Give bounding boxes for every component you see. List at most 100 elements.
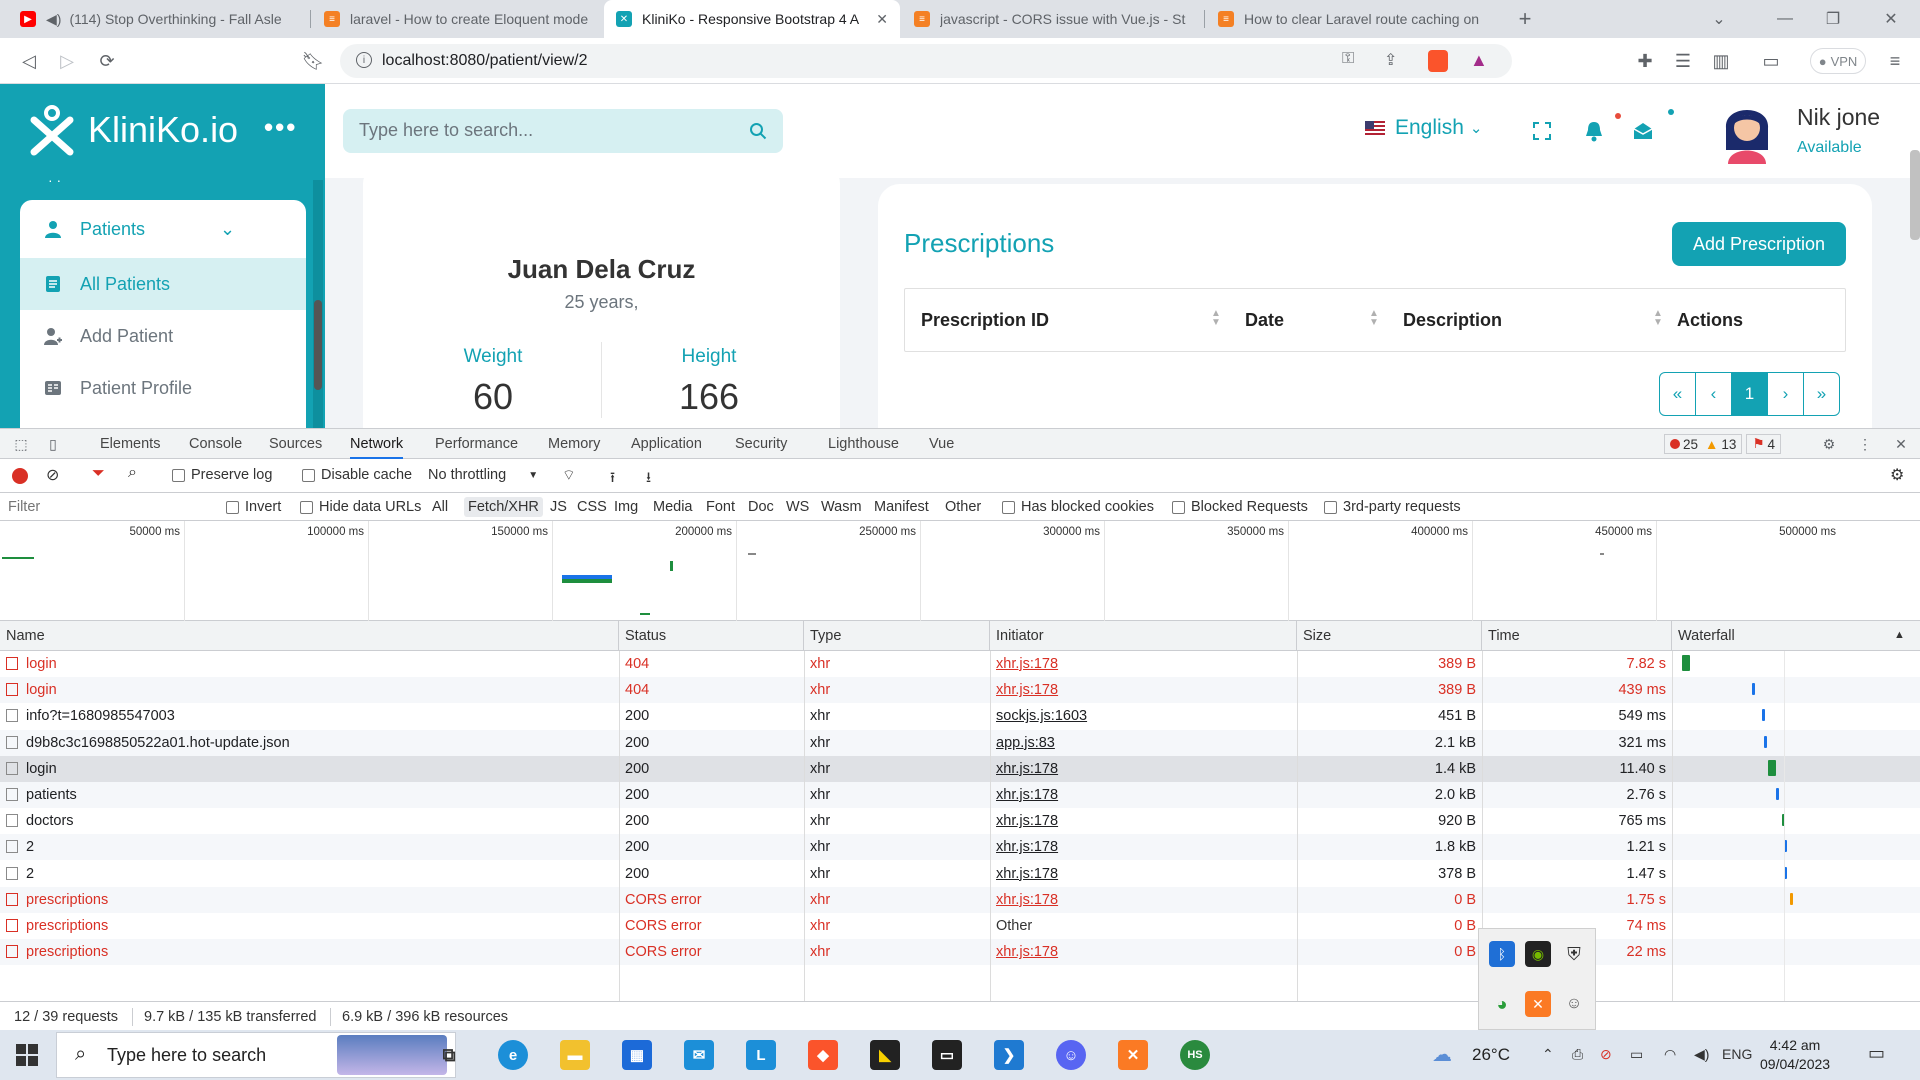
preserve-log-checkbox[interactable]: Preserve log bbox=[172, 467, 272, 483]
terminal-icon[interactable]: ▭ bbox=[932, 1040, 962, 1070]
error-count-badge[interactable]: 25 ▲ 13 bbox=[1664, 434, 1743, 454]
devtools-tab-network[interactable]: Network bbox=[350, 429, 404, 459]
devtools-settings-gear-icon[interactable]: ⚙ bbox=[1820, 435, 1838, 453]
inspect-element-icon[interactable]: ⬚ bbox=[12, 435, 30, 453]
vpn-button[interactable]: ● VPN bbox=[1810, 48, 1866, 74]
browser-tab-laravel-eloquent[interactable]: ≡ laravel - How to create Eloquent mode bbox=[312, 0, 604, 38]
devtools-tab-console[interactable]: Console bbox=[189, 429, 242, 459]
request-initiator[interactable]: xhr.js:178 bbox=[990, 861, 1297, 887]
filter-type-ws[interactable]: WS bbox=[786, 499, 809, 515]
request-initiator[interactable]: xhr.js:178 bbox=[990, 756, 1297, 782]
url-text[interactable]: localhost:8080/patient/view/2 bbox=[382, 52, 587, 70]
invert-checkbox[interactable]: Invert bbox=[226, 499, 281, 515]
has-blocked-cookies-checkbox[interactable]: Has blocked cookies bbox=[1002, 499, 1154, 515]
page-1-button[interactable]: 1 bbox=[1731, 372, 1768, 416]
edge-icon[interactable]: e bbox=[498, 1040, 528, 1070]
tray-expand-icon[interactable]: ⌃ bbox=[1542, 1046, 1554, 1063]
microsoft-store-icon[interactable]: ▦ bbox=[622, 1040, 652, 1070]
browser-tab-laravel-route[interactable]: ≡ How to clear Laravel route caching on bbox=[1206, 0, 1502, 38]
third-party-requests-checkbox[interactable]: 3rd-party requests bbox=[1324, 499, 1461, 515]
devtools-tab-vue[interactable]: Vue bbox=[929, 429, 954, 459]
vscode-icon[interactable]: ❯ bbox=[994, 1040, 1024, 1070]
browser-tab-youtube[interactable]: ▶ ◀) (114) Stop Overthinking - Fall Asle bbox=[8, 0, 308, 38]
laragon-icon[interactable]: L bbox=[746, 1040, 776, 1070]
bluetooth-icon[interactable]: ᛒ bbox=[1489, 941, 1515, 967]
new-tab-button[interactable]: + bbox=[1502, 0, 1548, 38]
address-bar[interactable]: i localhost:8080/patient/view/2 ⚿ ⇪ ▲ bbox=[340, 44, 1512, 78]
filter-type-other[interactable]: Other bbox=[945, 499, 981, 515]
browser-tab-cors-vue[interactable]: ≡ javascript - CORS issue with Vue.js - … bbox=[902, 0, 1202, 38]
table-row[interactable]: d9b8c3c1698850522a01.hot-update.json 200 x… bbox=[0, 729, 1920, 756]
network-conditions-icon[interactable]: ⌔ bbox=[562, 467, 576, 485]
filter-input[interactable]: Filter bbox=[8, 499, 40, 515]
weather-temp[interactable]: 26°C bbox=[1472, 1045, 1510, 1065]
page-scrollbar-thumb[interactable] bbox=[1910, 150, 1920, 240]
windows-start-icon[interactable] bbox=[16, 1044, 38, 1066]
sticky-app-icon[interactable]: ◣ bbox=[870, 1040, 900, 1070]
issues-badge[interactable]: ⚑ 4 bbox=[1746, 434, 1782, 454]
devtools-tab-sources[interactable]: Sources bbox=[269, 429, 322, 459]
devtools-tab-application[interactable]: Application bbox=[631, 429, 702, 459]
sort-icon[interactable]: ▲ ▼ bbox=[1653, 309, 1663, 328]
devtools-close-icon[interactable]: ✕ bbox=[1892, 435, 1910, 453]
tab-search-chevron-icon[interactable]: ⌄ bbox=[1696, 0, 1742, 38]
table-row[interactable]: prescriptions CORS error xhr xhr.js:178 0 B2… bbox=[0, 939, 1920, 966]
volume-icon[interactable]: ◀) bbox=[1694, 1046, 1709, 1063]
hotspot-icon[interactable]: HS bbox=[1180, 1040, 1210, 1070]
menu-icon[interactable]: ≡ bbox=[1880, 46, 1910, 76]
discord-tray-icon[interactable]: ☺ bbox=[1561, 991, 1587, 1017]
filter-type-wasm[interactable]: Wasm bbox=[821, 499, 862, 515]
key-icon[interactable]: ⚿ bbox=[1342, 50, 1354, 68]
request-initiator[interactable]: sockjs.js:1603 bbox=[990, 703, 1297, 729]
network-app-icon[interactable]: ◕ bbox=[1489, 991, 1515, 1017]
page-prev-button[interactable]: ‹ bbox=[1695, 372, 1732, 416]
throttling-select[interactable]: No throttling ▼ bbox=[428, 467, 538, 483]
search-icon[interactable] bbox=[749, 122, 767, 143]
add-prescription-button[interactable]: Add Prescription bbox=[1672, 222, 1846, 266]
mail-icon[interactable] bbox=[1630, 118, 1656, 144]
site-info-icon[interactable]: i bbox=[356, 52, 372, 68]
clear-icon[interactable]: ⊘ bbox=[46, 465, 59, 485]
col-type[interactable]: Type bbox=[804, 621, 990, 651]
task-view-icon[interactable]: ⧉ bbox=[434, 1040, 464, 1070]
request-initiator[interactable]: Other bbox=[990, 913, 1297, 939]
col-time[interactable]: Time bbox=[1482, 621, 1672, 651]
bookmark-icon[interactable]: 🔖︎ bbox=[298, 46, 328, 76]
filter-type-img[interactable]: Img bbox=[614, 499, 638, 515]
sidebar-item-add-patient[interactable]: Add Patient bbox=[20, 310, 306, 362]
battery-icon[interactable]: ▭ bbox=[1630, 1046, 1643, 1063]
table-row[interactable]: login 404 xhr xhr.js:178 389 B 7.82 s bbox=[0, 651, 1920, 677]
filter-type-media[interactable]: Media bbox=[653, 499, 693, 515]
reload-button[interactable]: ⟳ bbox=[92, 46, 122, 76]
col-date[interactable]: Date bbox=[1245, 289, 1284, 351]
sidebar-item-patient-profile[interactable]: Patient Profile bbox=[20, 362, 306, 414]
issue-badges[interactable]: 25 ▲ 13 ⚑ 4 bbox=[1664, 434, 1782, 454]
devtools-tab-security[interactable]: Security bbox=[735, 429, 787, 459]
request-initiator[interactable]: xhr.js:178 bbox=[990, 834, 1297, 860]
brave-shields-icon[interactable] bbox=[1428, 50, 1448, 72]
xampp-icon[interactable]: ✕ bbox=[1118, 1040, 1148, 1070]
fullscreen-icon[interactable] bbox=[1529, 118, 1555, 144]
taskbar-clock[interactable]: 4:42 am 09/04/2023 bbox=[1760, 1036, 1830, 1074]
browser-tab-kliniko[interactable]: ✕ KliniKo - Responsive Bootstrap 4 A ✕ bbox=[604, 0, 900, 38]
filter-type-manifest[interactable]: Manifest bbox=[874, 499, 929, 515]
sidebar-toggle-dots-icon[interactable]: ••• bbox=[264, 112, 297, 143]
sort-ascending-icon[interactable]: ▲ bbox=[1894, 629, 1905, 641]
table-row[interactable]: login 404 xhr xhr.js:178 389 B 439 ms bbox=[0, 677, 1920, 704]
col-description[interactable]: Description bbox=[1403, 289, 1502, 351]
sidebar-item-all-patients[interactable]: All Patients bbox=[20, 258, 306, 310]
brave-icon[interactable]: ◆ bbox=[808, 1040, 838, 1070]
nvidia-icon[interactable]: ◉ bbox=[1525, 941, 1551, 967]
sort-icon[interactable]: ▲ ▼ bbox=[1369, 309, 1379, 328]
filter-type-doc[interactable]: Doc bbox=[748, 499, 774, 515]
mail-app-icon[interactable]: ✉ bbox=[684, 1040, 714, 1070]
export-har-icon[interactable]: ⭳ bbox=[646, 467, 651, 492]
col-size[interactable]: Size bbox=[1297, 621, 1482, 651]
brave-rewards-icon[interactable]: ▲ bbox=[1470, 50, 1488, 71]
sidebar-group-patients[interactable]: Patients ⌄ bbox=[20, 200, 306, 258]
device-toolbar-icon[interactable]: ▯ bbox=[44, 435, 62, 453]
share-icon[interactable]: ⇪ bbox=[1384, 50, 1397, 70]
network-settings-gear-icon[interactable]: ⚙ bbox=[1890, 465, 1904, 485]
discord-icon[interactable]: ☺ bbox=[1056, 1040, 1086, 1070]
network-overview-timeline[interactable]: 50000 ms 100000 ms 150000 ms 200000 ms 2… bbox=[0, 521, 1920, 621]
